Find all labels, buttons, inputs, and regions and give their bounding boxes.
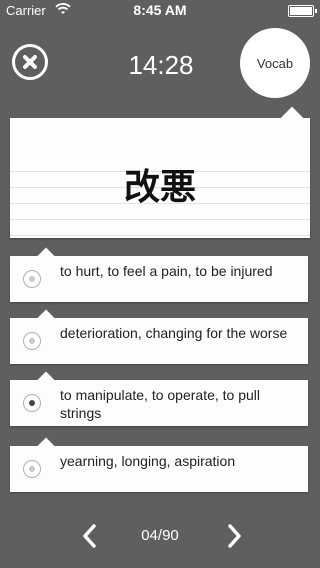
close-button[interactable] bbox=[12, 44, 48, 80]
answer-option-2[interactable]: deterioration, changing for the worse bbox=[10, 318, 308, 364]
timer-label: 14:28 bbox=[128, 50, 194, 80]
next-button[interactable] bbox=[228, 524, 242, 548]
status-time: 8:45 AM bbox=[133, 2, 187, 18]
answer-option-3[interactable]: to manipulate, to operate, to pull strin… bbox=[10, 380, 308, 426]
answer-option-1[interactable]: to hurt, to feel a pain, to be injured bbox=[10, 256, 308, 302]
radio-button[interactable] bbox=[23, 460, 41, 478]
answer-option-4[interactable]: yearning, longing, aspiration bbox=[10, 446, 308, 492]
chevron-right-icon bbox=[228, 524, 241, 548]
chevron-left-icon bbox=[83, 524, 96, 548]
answer-text: to manipulate, to operate, to pull strin… bbox=[60, 387, 261, 421]
radio-button[interactable] bbox=[23, 270, 41, 288]
question-card: 改悪 bbox=[10, 118, 310, 238]
previous-button[interactable] bbox=[82, 524, 96, 548]
page-indicator: 04/90 bbox=[141, 527, 179, 544]
radio-button[interactable] bbox=[23, 332, 41, 350]
status-bar: Carrier 8:45 AM bbox=[0, 0, 320, 20]
question-word: 改悪 bbox=[123, 166, 196, 207]
answer-text: to hurt, to feel a pain, to be injured bbox=[60, 263, 273, 279]
answer-text: yearning, longing, aspiration bbox=[60, 453, 236, 469]
battery-icon bbox=[288, 5, 317, 17]
answer-text: deterioration, changing for the worse bbox=[60, 325, 288, 341]
radio-button-selected[interactable] bbox=[23, 394, 41, 412]
vocab-button[interactable]: Vocab bbox=[240, 28, 310, 98]
vocab-label: Vocab bbox=[256, 55, 294, 71]
